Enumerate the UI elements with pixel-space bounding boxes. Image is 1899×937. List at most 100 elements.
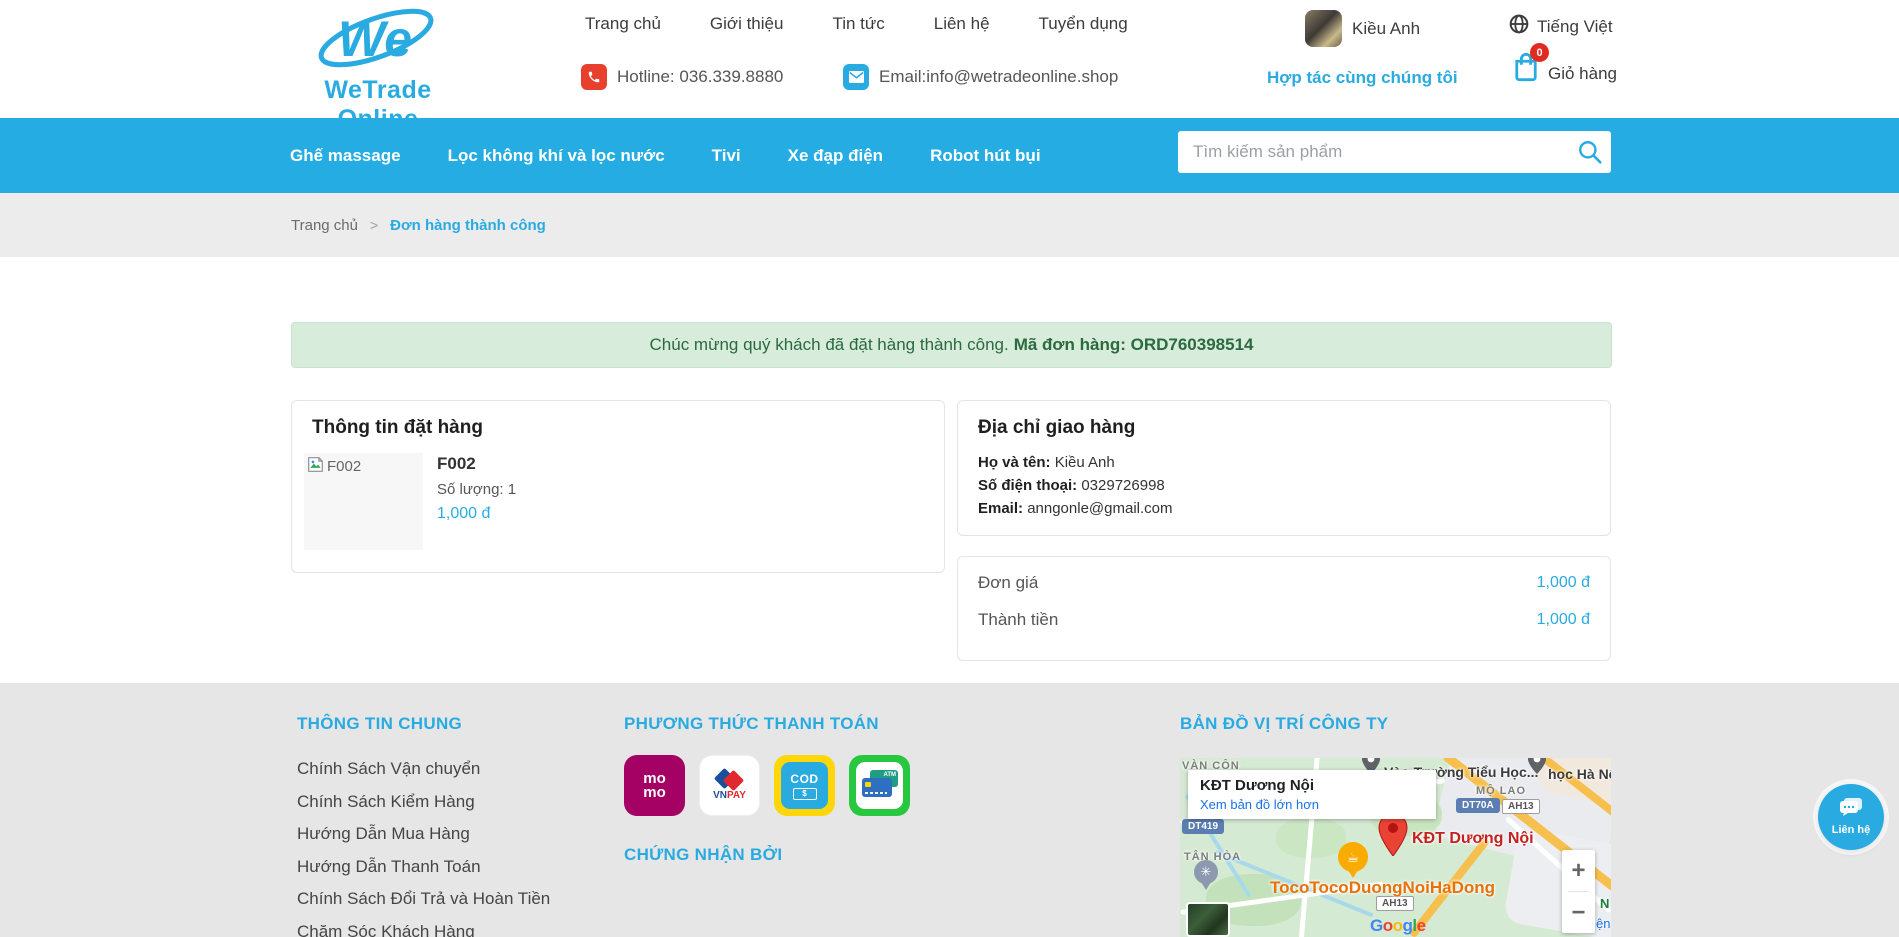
language-label: Tiếng Việt xyxy=(1537,17,1613,37)
user-avatar xyxy=(1305,10,1342,47)
shipping-phone-label: Số điện thoại: xyxy=(978,477,1077,494)
map-pin-coffee[interactable]: ☕ xyxy=(1338,842,1368,872)
phone-icon xyxy=(581,64,607,90)
shipping-name-label: Họ và tên: xyxy=(978,454,1051,471)
shipping-row-phone: Số điện thoại: 0329726998 xyxy=(978,474,1173,497)
unit-price-value: 1,000 đ xyxy=(1537,574,1590,592)
shipping-email-value: anngonle@gmail.com xyxy=(1027,500,1172,517)
success-message: Chúc mừng quý khách đã đặt hàng thành cô… xyxy=(650,335,1009,355)
price-summary-card: Đơn giá 1,000 đ Thành tiền 1,000 đ xyxy=(957,556,1611,661)
broken-image-icon xyxy=(307,456,324,477)
globe-icon xyxy=(1509,14,1529,39)
footer-link-buying-guide[interactable]: Hướng Dẫn Mua Hàng xyxy=(297,818,550,851)
footer-link-return-policy[interactable]: Chính Sách Đổi Trả và Hoàn Tiền xyxy=(297,883,550,916)
email-link[interactable]: Email:info@wetradeonline.shop xyxy=(843,64,1118,90)
top-navigation: Trang chủ Giới thiệu Tin tức Liên hệ Tuy… xyxy=(585,14,1128,34)
google-map-embed[interactable]: Vào Trường Tiểu Học... học Hà Nộ VÀN CÔN… xyxy=(1180,758,1611,937)
cod-text: COD xyxy=(790,772,818,786)
unit-price-label: Đơn giá xyxy=(978,573,1038,593)
map-marker-label: KĐT Dương Nội xyxy=(1412,830,1534,848)
chat-bubbles-icon xyxy=(1838,798,1864,823)
map-info-title: KĐT Dương Nội xyxy=(1200,777,1424,794)
map-zoom-controls: + − xyxy=(1562,850,1595,933)
map-badge-dt419: DT419 xyxy=(1182,819,1224,834)
footer-link-shipping-policy[interactable]: Chính Sách Vận chuyển xyxy=(297,753,550,786)
product-name: F002 xyxy=(437,454,476,474)
menu-tv[interactable]: Tivi xyxy=(712,146,741,166)
svg-text:We: We xyxy=(338,11,412,67)
partner-link[interactable]: Hợp tác cùng chúng tôi xyxy=(1267,68,1458,88)
success-banner: Chúc mừng quý khách đã đặt hàng thành cô… xyxy=(291,322,1612,368)
footer-info-links: Chính Sách Vận chuyển Chính Sách Kiểm Hà… xyxy=(297,753,550,937)
contact-chat-button[interactable]: Liên hệ xyxy=(1818,784,1884,850)
site-logo[interactable]: We WeTrade Online xyxy=(288,4,468,114)
menu-robot-vacuum[interactable]: Robot hút bụi xyxy=(930,146,1040,166)
shipping-row-email: Email: anngonle@gmail.com xyxy=(978,497,1173,520)
menu-air-water-filter[interactable]: Lọc không khí và lọc nước xyxy=(448,146,665,166)
map-label-edge-n: N xyxy=(1600,896,1609,911)
search-input[interactable] xyxy=(1178,131,1611,173)
user-name: Kiều Anh xyxy=(1352,19,1420,39)
language-selector[interactable]: Tiếng Việt xyxy=(1509,14,1613,39)
product-price: 1,000 đ xyxy=(437,505,490,523)
map-marker-kdt-duong-noi[interactable] xyxy=(1378,814,1408,861)
breadcrumb-home[interactable]: Trang chủ xyxy=(291,217,358,234)
search-icon[interactable] xyxy=(1577,139,1603,165)
logo-we-mark: We xyxy=(288,4,464,74)
footer-link-inspection-policy[interactable]: Chính Sách Kiểm Hàng xyxy=(297,786,550,819)
map-badge-ah13-top: AH13 xyxy=(1502,799,1540,814)
hotline-text: Hotline: 036.339.8880 xyxy=(617,67,783,87)
nav-careers[interactable]: Tuyển dụng xyxy=(1039,14,1128,34)
nav-about[interactable]: Giới thiệu xyxy=(710,14,784,34)
chat-button-label: Liên hệ xyxy=(1832,824,1871,836)
vnpay-pay-text: PAY xyxy=(727,790,746,801)
nav-news[interactable]: Tin tức xyxy=(832,14,884,34)
shipping-name-value: Kiều Anh xyxy=(1055,454,1115,471)
map-pin-university[interactable] xyxy=(1528,758,1546,779)
breadcrumb-current: Đơn hàng thành công xyxy=(390,217,546,234)
site-header: We WeTrade Online Trang chủ Giới thiệu T… xyxy=(0,0,1899,118)
user-account[interactable]: Kiều Anh xyxy=(1305,10,1420,47)
map-badge-ah13-bottom: AH13 xyxy=(1376,896,1414,911)
email-icon xyxy=(843,64,869,90)
google-logo[interactable]: Google xyxy=(1370,916,1426,936)
map-satellite-toggle[interactable] xyxy=(1186,902,1230,937)
vnpay-mark xyxy=(717,771,743,787)
product-image-alt: F002 xyxy=(327,458,361,475)
map-view-larger-link[interactable]: Xem bản đồ lớn hơn xyxy=(1200,797,1424,812)
total-value: 1,000 đ xyxy=(1537,611,1590,629)
vnpay-icon: VNPAY xyxy=(699,755,760,816)
category-navbar: Ghế massage Lọc không khí và lọc nước Ti… xyxy=(0,118,1899,193)
shipping-title: Địa chỉ giao hàng xyxy=(978,417,1135,439)
momo-icon: mo mo xyxy=(624,755,685,816)
hotline-link[interactable]: Hotline: 036.339.8880 xyxy=(581,64,783,90)
map-badge-dt70a: DT70A xyxy=(1456,798,1500,813)
nav-home[interactable]: Trang chủ xyxy=(585,14,661,34)
zoom-in-button[interactable]: + xyxy=(1562,850,1595,891)
footer-map-title: BẢN ĐỒ VỊ TRÍ CÔNG TY xyxy=(1180,714,1388,734)
momo-text-line2: mo xyxy=(643,786,666,800)
zoom-out-button[interactable]: − xyxy=(1562,892,1595,933)
cart-count-badge: 0 xyxy=(1530,43,1549,62)
shipping-phone-value: 0329726998 xyxy=(1081,477,1164,494)
map-label-molao: MỘ LAO xyxy=(1476,785,1526,797)
order-success-page: We WeTrade Online Trang chủ Giới thiệu T… xyxy=(0,0,1899,937)
shipping-email-label: Email: xyxy=(978,500,1023,517)
map-label-university: học Hà Nộ xyxy=(1548,766,1611,782)
footer-link-payment-guide[interactable]: Hướng Dẫn Thanh Toán xyxy=(297,851,550,884)
payment-methods: mo mo VNPAY COD $ ATM xyxy=(624,755,910,816)
menu-massage-chair[interactable]: Ghế massage xyxy=(290,146,401,166)
atm-card-icon: ATM xyxy=(849,755,910,816)
map-label-tocotoco: TocoTocoDuongNoiHaDong xyxy=(1270,878,1495,898)
cart-button[interactable]: 0 Giỏ hàng xyxy=(1512,52,1617,87)
category-menu: Ghế massage Lọc không khí và lọc nước Ti… xyxy=(290,118,1041,193)
cart-label: Giỏ hàng xyxy=(1548,64,1617,87)
map-pin-temple[interactable]: ✳ xyxy=(1194,860,1218,884)
nav-contact[interactable]: Liên hệ xyxy=(934,14,990,34)
menu-ebike[interactable]: Xe đạp điện xyxy=(788,146,883,166)
order-info-card: Thông tin đặt hàng F002 F002 Số lượng: 1… xyxy=(291,400,945,573)
footer-payment-title: PHƯƠNG THỨC THANH TOÁN xyxy=(624,714,879,734)
order-info-title: Thông tin đặt hàng xyxy=(312,417,483,439)
total-label: Thành tiền xyxy=(978,610,1058,630)
footer-link-customer-care[interactable]: Chăm Sóc Khách Hàng xyxy=(297,916,550,937)
